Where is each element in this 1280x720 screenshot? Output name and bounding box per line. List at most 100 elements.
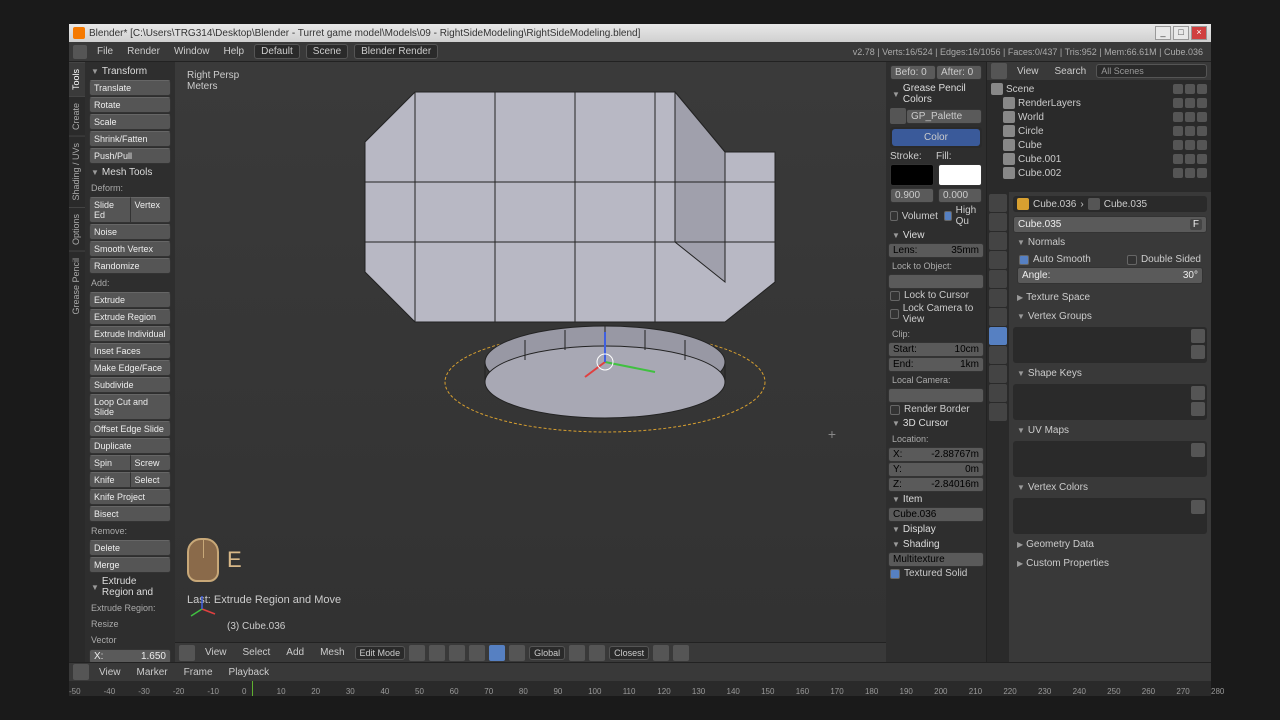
extrude-button[interactable]: Extrude	[89, 292, 171, 308]
inset-faces-button[interactable]: Inset Faces	[89, 343, 171, 359]
prop-tab-object[interactable]	[989, 270, 1007, 288]
orientation-dropdown[interactable]: Global	[529, 646, 565, 660]
lock-camera-check[interactable]	[890, 309, 899, 319]
uvmaps-header[interactable]: UV Maps	[1013, 422, 1207, 439]
prop-tab-world[interactable]	[989, 251, 1007, 269]
datablock-breadcrumb[interactable]: Cube.036› Cube.035	[1013, 196, 1207, 212]
prop-tab-texture[interactable]	[989, 365, 1007, 383]
minimize-button[interactable]: _	[1155, 26, 1171, 40]
vp-mesh-menu[interactable]: Mesh	[314, 645, 350, 660]
mode-dropdown[interactable]: Edit Mode	[355, 646, 406, 660]
cursor-y-field[interactable]: Y:0m	[888, 462, 984, 477]
menu-help[interactable]: Help	[218, 44, 251, 59]
prop-tab-data[interactable]	[989, 327, 1007, 345]
outliner-item[interactable]: World	[991, 110, 1207, 124]
close-button[interactable]: ×	[1191, 26, 1207, 40]
vgroup-add-icon[interactable]	[1191, 329, 1205, 343]
limit-selection-icon[interactable]	[509, 645, 525, 661]
prop-tab-layers[interactable]	[989, 213, 1007, 231]
face-select-icon[interactable]	[489, 645, 505, 661]
viewport-3d[interactable]: Right Persp Meters	[175, 62, 886, 642]
prop-tab-render[interactable]	[989, 194, 1007, 212]
translate-button[interactable]: Translate	[89, 80, 171, 96]
gp-palette-field[interactable]: GP_Palette	[906, 109, 982, 124]
clip-end-field[interactable]: End:1km	[888, 357, 984, 372]
render-engine-dropdown[interactable]: Blender Render	[354, 44, 438, 59]
outliner-item[interactable]: Cube.001	[991, 152, 1207, 166]
knife-button[interactable]: Knife	[89, 472, 131, 488]
geodata-header[interactable]: Geometry Data	[1013, 536, 1207, 553]
item-header[interactable]: Item	[888, 492, 984, 507]
rotate-button[interactable]: Rotate	[89, 97, 171, 113]
vertex-select-icon[interactable]	[449, 645, 465, 661]
cursor-z-field[interactable]: Z:-2.84016m	[888, 477, 984, 492]
make-edge-face-button[interactable]: Make Edge/Face	[89, 360, 171, 376]
maximize-button[interactable]: □	[1173, 26, 1189, 40]
tab-grease-pencil[interactable]: Grease Pencil	[69, 251, 85, 321]
vcolors-list[interactable]	[1013, 498, 1207, 534]
stroke-color-swatch[interactable]	[890, 164, 934, 186]
operator-header[interactable]: Extrude Region and	[87, 574, 173, 600]
vector-x-field[interactable]: X:1.650	[89, 649, 171, 662]
shrink-fatten-button[interactable]: Shrink/Fatten	[89, 131, 171, 147]
loopcut-button[interactable]: Loop Cut and Slide	[89, 394, 171, 420]
lens-field[interactable]: Lens:35mm	[888, 243, 984, 258]
volumetric-check[interactable]	[890, 211, 898, 221]
knife-project-button[interactable]: Knife Project	[89, 489, 171, 505]
tl-view-menu[interactable]: View	[93, 665, 127, 680]
bisect-button[interactable]: Bisect	[89, 506, 171, 522]
local-camera-field[interactable]	[888, 388, 984, 403]
render-border-check[interactable]	[890, 405, 900, 415]
cursor-header[interactable]: 3D Cursor	[888, 416, 984, 431]
outliner-item[interactable]: Cube.002	[991, 166, 1207, 180]
spin-button[interactable]: Spin	[89, 455, 131, 471]
snap-element-dropdown[interactable]: Closest	[609, 646, 649, 660]
menu-render[interactable]: Render	[121, 44, 166, 59]
scene-dropdown[interactable]: Scene	[306, 44, 348, 59]
shapekey-add-icon[interactable]	[1191, 386, 1205, 400]
cursor-x-field[interactable]: X:-2.88767m	[888, 447, 984, 462]
befo-field[interactable]: Befo: 0	[890, 65, 936, 80]
prop-tab-material[interactable]	[989, 346, 1007, 364]
view-header[interactable]: View	[888, 228, 984, 243]
uvmap-add-icon[interactable]	[1191, 443, 1205, 457]
after-field[interactable]: After: 0	[936, 65, 982, 80]
vp-select-menu[interactable]: Select	[237, 645, 277, 660]
info-editor-icon[interactable]	[73, 45, 87, 59]
outliner-item[interactable]: Scene	[991, 82, 1207, 96]
stroke-opacity-field[interactable]: 0.900	[890, 188, 934, 203]
prop-tab-modifiers[interactable]	[989, 308, 1007, 326]
scale-button[interactable]: Scale	[89, 114, 171, 130]
offset-edge-button[interactable]: Offset Edge Slide	[89, 421, 171, 437]
push-pull-button[interactable]: Push/Pull	[89, 148, 171, 164]
transform-header[interactable]: Transform	[87, 64, 173, 79]
prop-tab-particles[interactable]	[989, 384, 1007, 402]
slide-vertex-button[interactable]: Vertex	[131, 197, 172, 223]
outliner-view-menu[interactable]: View	[1011, 64, 1045, 79]
prop-tab-scene[interactable]	[989, 232, 1007, 250]
menu-file[interactable]: File	[91, 44, 119, 59]
shapekeys-list[interactable]	[1013, 384, 1207, 420]
textured-solid-check[interactable]	[890, 569, 900, 579]
fill-opacity-field[interactable]: 0.000	[938, 188, 982, 203]
knife-select-button[interactable]: Select	[131, 472, 172, 488]
shading-header[interactable]: Shading	[888, 537, 984, 552]
display-header[interactable]: Display	[888, 522, 984, 537]
extrude-region-button[interactable]: Extrude Region	[89, 309, 171, 325]
outliner-editor-icon[interactable]	[991, 63, 1007, 79]
tl-marker-menu[interactable]: Marker	[131, 665, 174, 680]
custom-props-header[interactable]: Custom Properties	[1013, 555, 1207, 572]
vgroups-header[interactable]: Vertex Groups	[1013, 308, 1207, 325]
gp-colors-header[interactable]: Grease Pencil Colors	[888, 81, 984, 107]
tab-tools[interactable]: Tools	[69, 62, 85, 96]
editor-type-icon[interactable]	[179, 645, 195, 661]
noise-button[interactable]: Noise	[89, 224, 171, 240]
lock-object-field[interactable]	[888, 274, 984, 289]
smooth-vertex-button[interactable]: Smooth Vertex	[89, 241, 171, 257]
timeline-editor-icon[interactable]	[73, 664, 89, 680]
pivot-icon[interactable]	[429, 645, 445, 661]
outliner-item[interactable]: Cube	[991, 138, 1207, 152]
prop-tab-physics[interactable]	[989, 403, 1007, 421]
autosmooth-check[interactable]	[1019, 255, 1029, 265]
merge-button[interactable]: Merge	[89, 557, 171, 573]
